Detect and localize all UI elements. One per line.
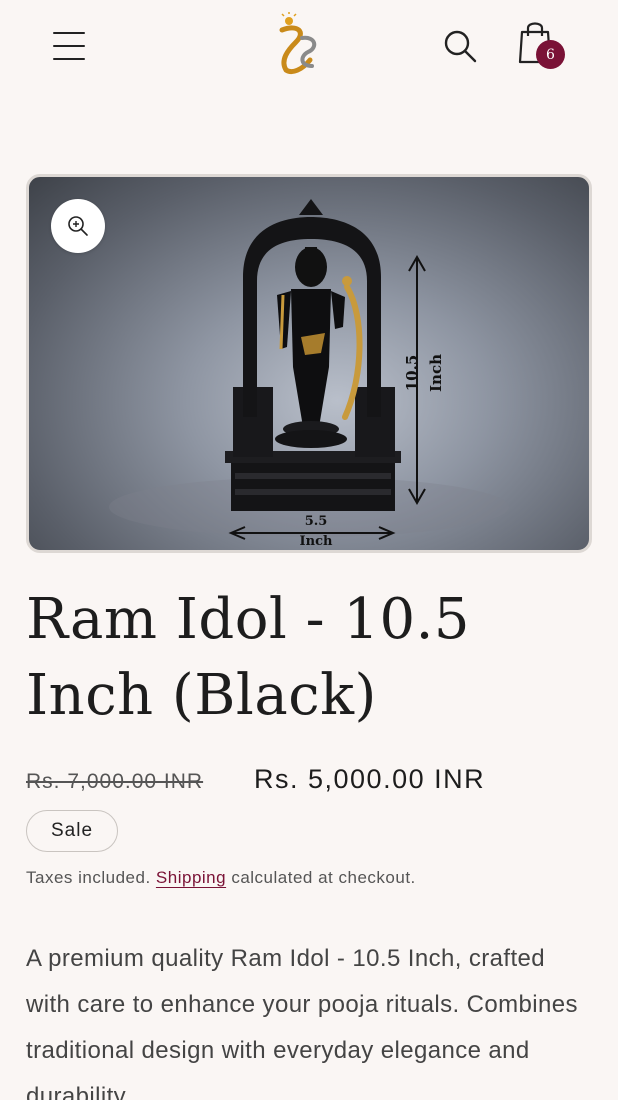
zoom-in-icon bbox=[68, 216, 88, 236]
tax-note: Taxes included. Shipping calculated at c… bbox=[26, 868, 416, 888]
brand-logo[interactable] bbox=[272, 12, 324, 78]
tax-note-suffix: calculated at checkout. bbox=[231, 868, 416, 887]
menu-button[interactable] bbox=[50, 28, 88, 64]
height-dimension-value: 10.5 bbox=[403, 355, 421, 392]
menu-line bbox=[53, 32, 85, 34]
search-button[interactable] bbox=[440, 26, 480, 66]
search-icon bbox=[444, 30, 477, 63]
product-title: Ram Idol - 10.5 Inch (Black) bbox=[26, 587, 471, 728]
menu-line bbox=[53, 58, 85, 60]
product-image[interactable]: 10.5 Inch 5.5 Inch bbox=[26, 174, 592, 553]
height-dimension-unit: Inch bbox=[427, 354, 445, 392]
cart-count-badge: 6 bbox=[536, 40, 565, 69]
cart-button[interactable]: 6 bbox=[514, 18, 568, 72]
price-row: Rs. 7,000.00 INR Rs. 5,000.00 INR bbox=[26, 764, 596, 800]
menu-line bbox=[53, 45, 85, 47]
tax-note-prefix: Taxes included. bbox=[26, 868, 151, 887]
width-dimension-value: 5.5 bbox=[305, 514, 328, 529]
zoom-button[interactable] bbox=[51, 199, 105, 253]
ram-idol-image: 10.5 Inch 5.5 Inch bbox=[109, 199, 509, 549]
site-header: 6 bbox=[0, 0, 618, 92]
shipping-link[interactable]: Shipping bbox=[156, 868, 226, 887]
width-dimension-unit: Inch bbox=[300, 534, 333, 549]
sale-badge: Sale bbox=[26, 810, 118, 852]
sale-price: Rs. 5,000.00 INR bbox=[254, 764, 486, 794]
product-description: A premium quality Ram Idol - 10.5 Inch, … bbox=[26, 945, 578, 1100]
regular-price: Rs. 7,000.00 INR bbox=[26, 770, 204, 793]
